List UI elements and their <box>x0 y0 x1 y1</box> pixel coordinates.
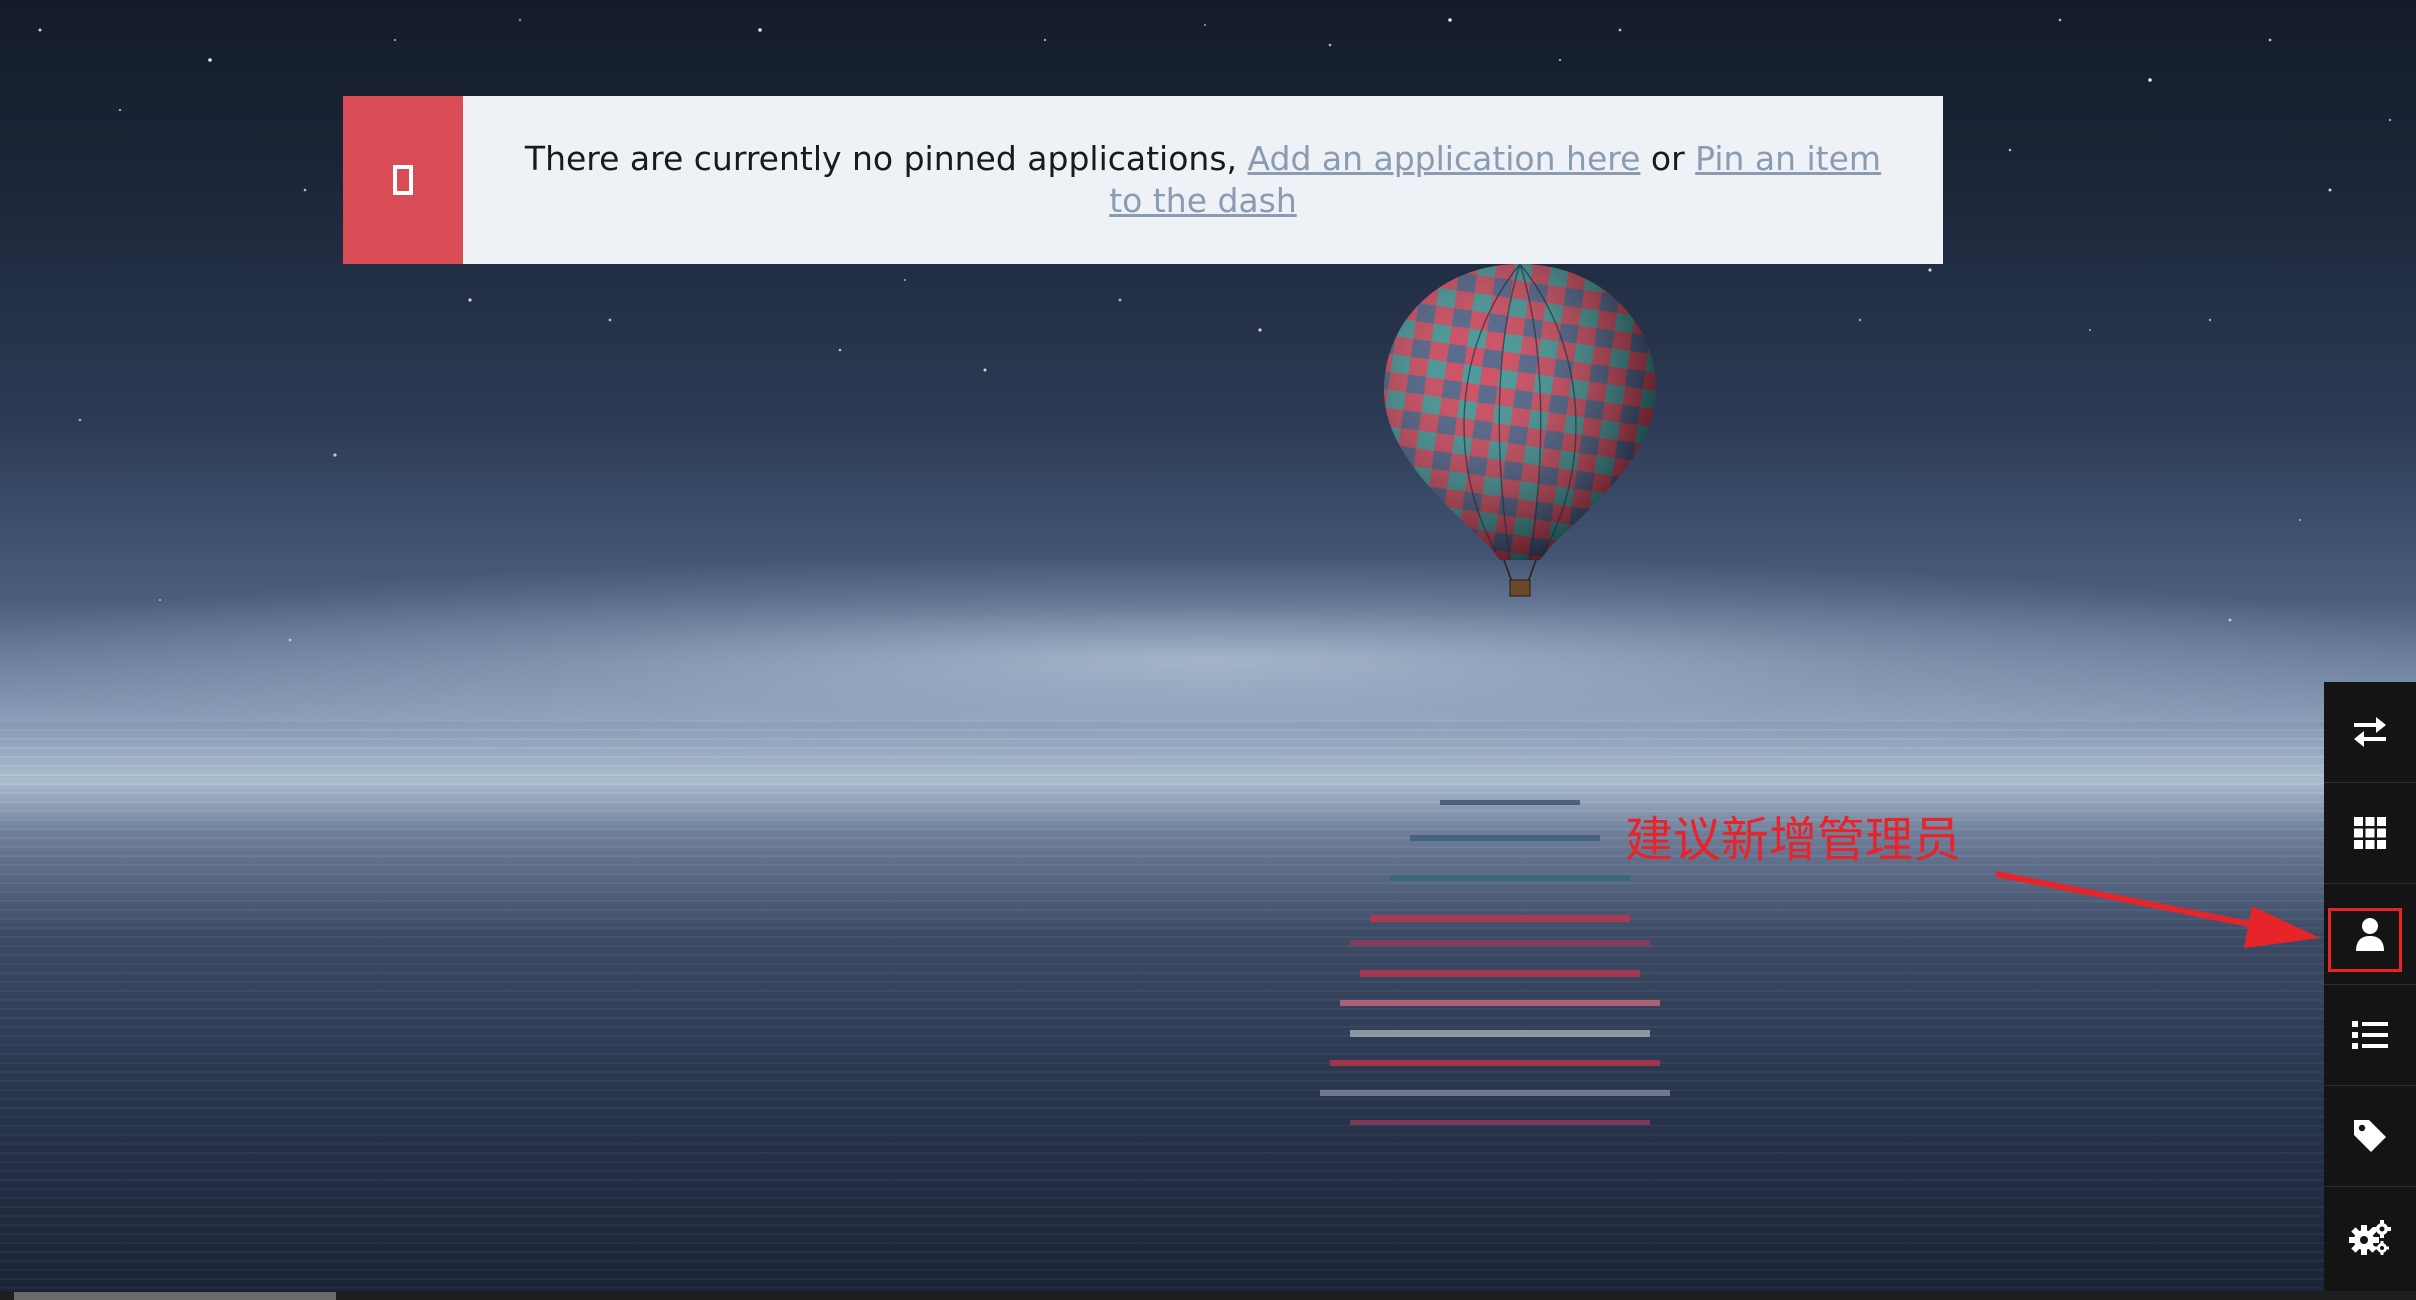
alert-message: There are currently no pinned applicatio… <box>463 96 1943 264</box>
horizontal-scrollbar-thumb[interactable] <box>14 1292 336 1300</box>
right-sidebar <box>2324 682 2416 1292</box>
settings-gears-icon <box>2349 1219 2391 1255</box>
switch-button[interactable] <box>2324 682 2416 783</box>
file-outline-icon <box>393 165 413 195</box>
no-pinned-apps-alert: There are currently no pinned applicatio… <box>343 96 1943 264</box>
items-list-button[interactable] <box>2324 985 2416 1086</box>
hot-air-balloon <box>1384 263 1656 597</box>
alert-connector-text: or <box>1640 139 1696 178</box>
add-application-link[interactable]: Add an application here <box>1248 139 1641 178</box>
tags-button[interactable] <box>2324 1086 2416 1187</box>
horizontal-scrollbar-track[interactable] <box>0 1291 2416 1300</box>
alert-message-text: There are currently no pinned applicatio… <box>524 139 1248 178</box>
tag-icon <box>2354 1120 2386 1152</box>
annotation-highlight-box <box>2328 908 2402 972</box>
annotation-arrow <box>1995 871 2320 948</box>
alert-icon-box <box>343 96 463 264</box>
app-grid-icon <box>2354 817 2386 849</box>
applications-button[interactable] <box>2324 783 2416 884</box>
annotation-label: 建议新增管理员 <box>1625 812 1962 868</box>
water-surface <box>0 720 2416 1300</box>
settings-button[interactable] <box>2324 1187 2416 1288</box>
list-icon <box>2352 1021 2388 1049</box>
swap-arrows-icon <box>2354 717 2386 747</box>
